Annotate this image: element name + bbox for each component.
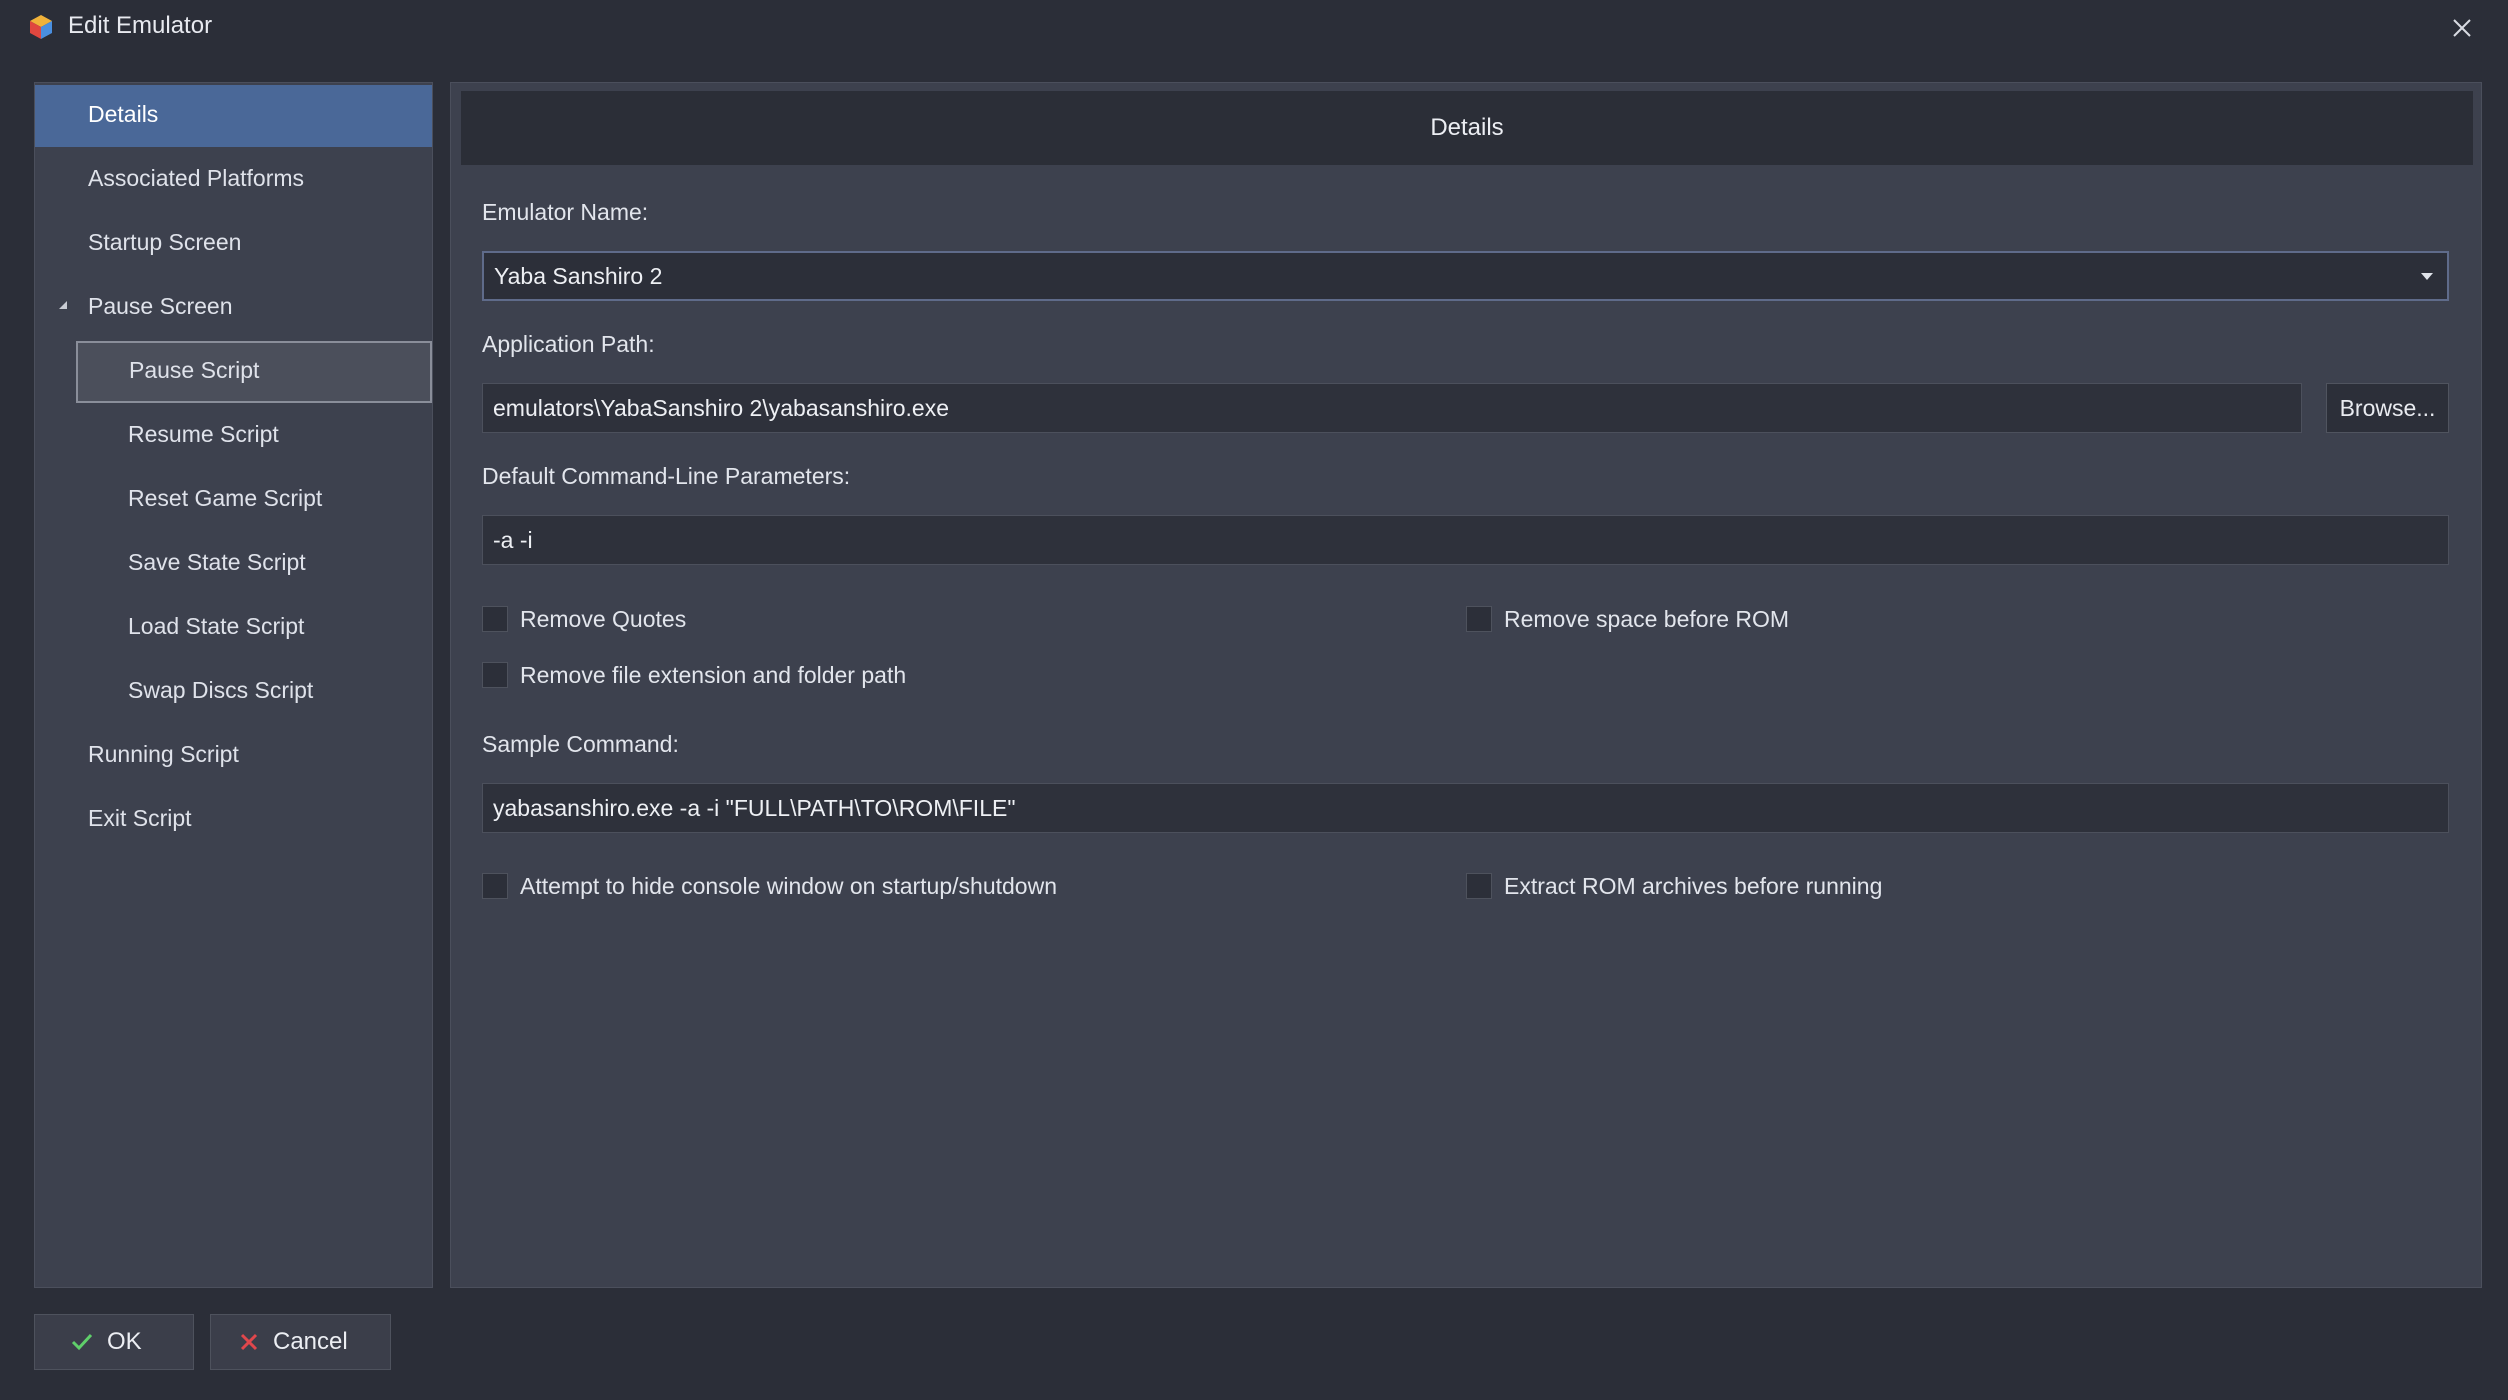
browse-button[interactable]: Browse... <box>2326 383 2449 433</box>
checkbox-box[interactable] <box>482 873 508 899</box>
edit-emulator-dialog: Edit Emulator Details Associated Platfor… <box>0 0 2508 1400</box>
sidebar-item-resume-script[interactable]: Resume Script <box>35 405 432 467</box>
sidebar-item-save-state-script[interactable]: Save State Script <box>35 533 432 595</box>
remove-file-extension-checkbox[interactable]: Remove file extension and folder path <box>482 658 906 692</box>
sidebar-item-label: Save State Script <box>128 549 306 575</box>
expand-caret-icon[interactable] <box>57 299 69 311</box>
command-line-params-value: -a -i <box>493 526 533 553</box>
hide-console-checkbox[interactable]: Attempt to hide console window on startu… <box>482 869 1057 903</box>
remove-quotes-checkbox[interactable]: Remove Quotes <box>482 602 686 636</box>
sidebar-item-pause-screen[interactable]: Pause Screen <box>35 277 432 339</box>
command-line-params-input[interactable]: -a -i <box>482 515 2449 565</box>
sample-command-value: yabasanshiro.exe -a -i "FULL\PATH\TO\ROM… <box>493 794 1016 821</box>
checkbox-box[interactable] <box>482 606 508 632</box>
checkbox-box[interactable] <box>1466 873 1492 899</box>
cancel-button-label: Cancel <box>273 1328 348 1355</box>
sidebar-item-label: Exit Script <box>88 805 192 831</box>
sidebar-item-startup-screen[interactable]: Startup Screen <box>35 213 432 275</box>
sample-command-label: Sample Command: <box>482 731 679 757</box>
hide-console-label: Attempt to hide console window on startu… <box>520 872 1057 899</box>
remove-file-extension-label: Remove file extension and folder path <box>520 661 907 688</box>
chevron-down-icon[interactable] <box>2421 273 2433 280</box>
sidebar-item-running-script[interactable]: Running Script <box>35 725 432 787</box>
sidebar-item-label: Startup Screen <box>88 229 242 255</box>
checkbox-box[interactable] <box>482 662 508 688</box>
cancel-x-icon <box>240 1333 258 1351</box>
sidebar-item-label: Pause Screen <box>88 293 233 319</box>
sidebar-nav: Details Associated Platforms Startup Scr… <box>34 82 433 1288</box>
sidebar-item-swap-discs-script[interactable]: Swap Discs Script <box>35 661 432 723</box>
sidebar-item-exit-script[interactable]: Exit Script <box>35 789 432 851</box>
sidebar-item-label: Pause Script <box>129 357 260 383</box>
checkmark-icon <box>71 1333 93 1351</box>
command-line-params-label: Default Command-Line Parameters: <box>482 463 851 489</box>
sidebar-item-label: Swap Discs Script <box>128 677 314 703</box>
launchbox-app-icon <box>30 15 52 39</box>
checkbox-box[interactable] <box>1466 606 1492 632</box>
sidebar-item-reset-game-script[interactable]: Reset Game Script <box>35 469 432 531</box>
application-path-value: emulators\YabaSanshiro 2\yabasanshiro.ex… <box>493 394 950 421</box>
sidebar-item-pause-script[interactable]: Pause Script <box>76 341 432 403</box>
extract-rom-label: Extract ROM archives before running <box>1504 872 1883 899</box>
window-title: Edit Emulator <box>68 12 213 39</box>
details-panel: Details Emulator Name: Yaba Sanshiro 2 A… <box>450 82 2482 1288</box>
application-path-input[interactable]: emulators\YabaSanshiro 2\yabasanshiro.ex… <box>482 383 2302 433</box>
emulator-name-label: Emulator Name: <box>482 199 649 225</box>
sidebar-item-associated-platforms[interactable]: Associated Platforms <box>35 149 432 211</box>
emulator-name-value: Yaba Sanshiro 2 <box>494 262 663 289</box>
sample-command-field[interactable]: yabasanshiro.exe -a -i "FULL\PATH\TO\ROM… <box>482 783 2449 833</box>
panel-header: Details <box>461 91 2473 165</box>
sidebar-item-details[interactable]: Details <box>35 85 432 147</box>
sidebar-item-label: Associated Platforms <box>88 165 305 191</box>
application-path-label: Application Path: <box>482 331 655 357</box>
close-icon[interactable] <box>2446 12 2478 44</box>
emulator-name-combobox[interactable]: Yaba Sanshiro 2 <box>482 251 2449 301</box>
ok-button[interactable]: OK <box>34 1314 194 1370</box>
cancel-button[interactable]: Cancel <box>210 1314 391 1370</box>
sidebar-item-label: Load State Script <box>128 613 305 639</box>
sidebar-item-label: Running Script <box>88 741 239 767</box>
ok-button-label: OK <box>107 1328 142 1355</box>
title-bar: Edit Emulator <box>0 0 2508 56</box>
sidebar-item-label: Reset Game Script <box>128 485 323 511</box>
sidebar-item-load-state-script[interactable]: Load State Script <box>35 597 432 659</box>
remove-space-before-rom-label: Remove space before ROM <box>1504 605 1790 632</box>
remove-space-before-rom-checkbox[interactable]: Remove space before ROM <box>1466 602 1789 636</box>
remove-quotes-label: Remove Quotes <box>520 605 687 632</box>
sidebar-item-label: Resume Script <box>128 421 279 447</box>
sidebar-item-label: Details <box>88 101 159 127</box>
extract-rom-checkbox[interactable]: Extract ROM archives before running <box>1466 869 1882 903</box>
